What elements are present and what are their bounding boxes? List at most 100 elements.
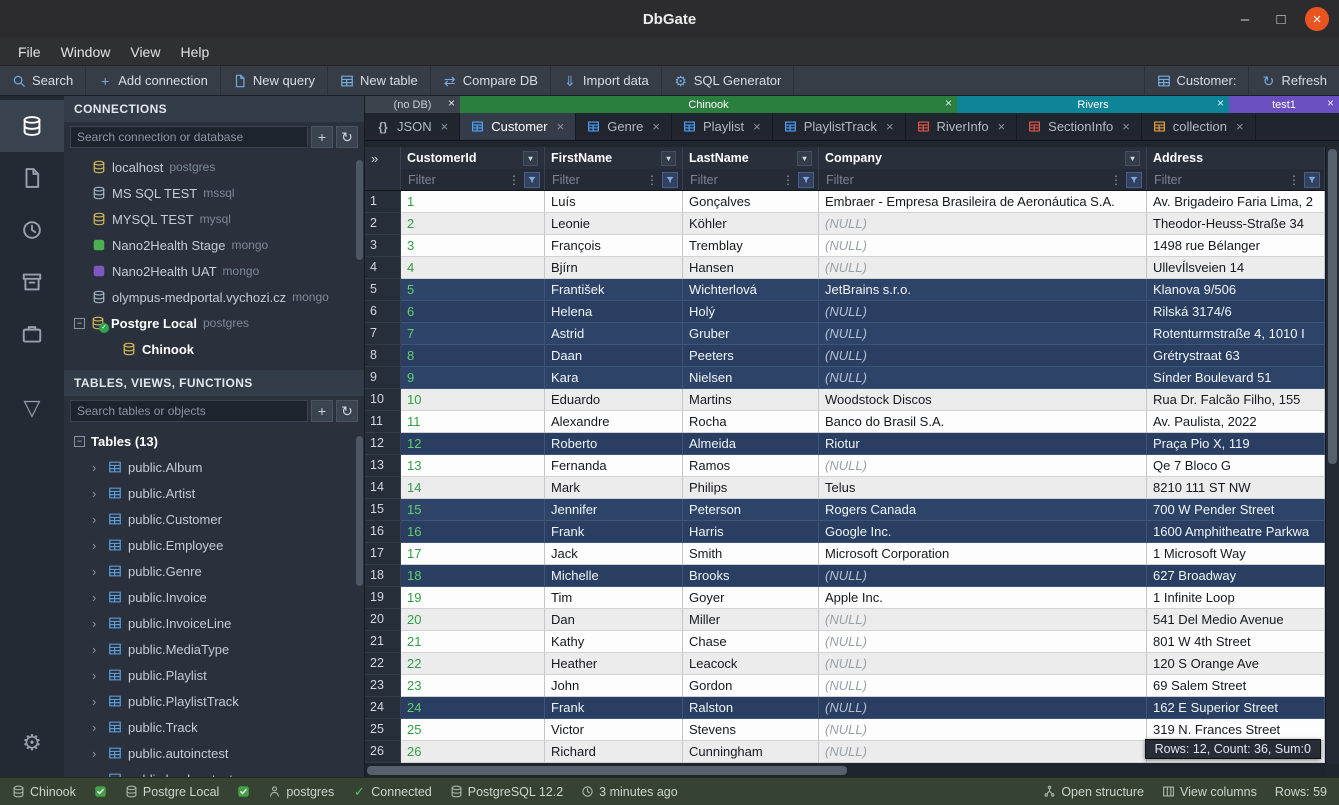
cell-customerid[interactable]: 21 — [401, 631, 545, 653]
cell-lastname[interactable]: Köhler — [683, 213, 819, 235]
table-item-public-customer[interactable]: ›public.Customer — [64, 506, 364, 532]
cell-firstname[interactable]: Astrid — [545, 323, 683, 345]
add-table-mini-button[interactable]: + — [311, 400, 333, 422]
close-icon[interactable]: × — [945, 96, 952, 110]
cell-company[interactable]: (NULL) — [819, 323, 1147, 345]
cell-company[interactable]: (NULL) — [819, 675, 1147, 697]
table-item-public-album[interactable]: ›public.Album — [64, 454, 364, 480]
minimize-button[interactable]: – — [1233, 7, 1257, 31]
connection-localhost[interactable]: localhostpostgres — [64, 154, 364, 180]
row-number[interactable]: 24 — [365, 697, 401, 719]
cell-lastname[interactable]: Ralston — [683, 697, 819, 719]
table-item-public-booleantest[interactable]: ›public.booleantest — [64, 766, 364, 777]
cell-firstname[interactable]: Frank — [545, 521, 683, 543]
grid-corner-expand[interactable]: » — [365, 147, 401, 169]
cell-customerid[interactable]: 13 — [401, 455, 545, 477]
close-icon[interactable]: × — [441, 119, 449, 134]
cell-lastname[interactable]: Rocha — [683, 411, 819, 433]
cell-address[interactable]: Theodor-Heuss-Straße 34 — [1147, 213, 1325, 235]
cell-company[interactable]: Telus — [819, 477, 1147, 499]
cell-customerid[interactable]: 16 — [401, 521, 545, 543]
cell-address[interactable]: 162 E Superior Street — [1147, 697, 1325, 719]
cell-lastname[interactable]: Gruber — [683, 323, 819, 345]
menu-item-view[interactable]: View — [120, 38, 170, 65]
row-number[interactable]: 16 — [365, 521, 401, 543]
column-menu-button[interactable]: ▾ — [523, 151, 538, 166]
toolbar-import-data[interactable]: ⇓Import data — [551, 66, 662, 95]
filter-company[interactable]: Filter⋮ — [819, 169, 1147, 190]
row-number[interactable]: 17 — [365, 543, 401, 565]
cell-company[interactable]: Microsoft Corporation — [819, 543, 1147, 565]
column-header-company[interactable]: Company▾ — [819, 147, 1147, 169]
cell-lastname[interactable]: Holý — [683, 301, 819, 323]
activity-plugins[interactable] — [0, 308, 64, 360]
cell-company[interactable]: Google Inc. — [819, 521, 1147, 543]
filter-address[interactable]: Filter⋮ — [1147, 169, 1325, 190]
cell-address[interactable]: 541 Del Medio Avenue — [1147, 609, 1325, 631]
close-icon[interactable]: × — [448, 96, 455, 110]
column-header-firstname[interactable]: FirstName▾ — [545, 147, 683, 169]
cell-customerid[interactable]: 23 — [401, 675, 545, 697]
row-number[interactable]: 8 — [365, 345, 401, 367]
table-item-public-artist[interactable]: ›public.Artist — [64, 480, 364, 506]
row-number[interactable]: 5 — [365, 279, 401, 301]
cell-address[interactable]: 1 Microsoft Way — [1147, 543, 1325, 565]
cell-company[interactable]: (NULL) — [819, 257, 1147, 279]
cell-firstname[interactable]: Helena — [545, 301, 683, 323]
vertical-scrollbar[interactable] — [1325, 147, 1339, 764]
table-item-public-invoice[interactable]: ›public.Invoice — [64, 584, 364, 610]
connections-scrollbar[interactable] — [356, 160, 363, 260]
menu-item-help[interactable]: Help — [170, 38, 219, 65]
connection-nano2health-stage[interactable]: Nano2Health Stagemongo — [64, 232, 364, 258]
cell-lastname[interactable]: Stevens — [683, 719, 819, 741]
cell-company[interactable]: Rogers Canada — [819, 499, 1147, 521]
cell-customerid[interactable]: 22 — [401, 653, 545, 675]
status-view-columns[interactable]: View columns — [1162, 785, 1257, 799]
table-item-public-playlisttrack[interactable]: ›public.PlaylistTrack — [64, 688, 364, 714]
connection-postgre-local[interactable]: −✓Postgre Localpostgres — [64, 310, 364, 336]
cell-customerid[interactable]: 9 — [401, 367, 545, 389]
status-rows-59[interactable]: Rows: 59 — [1275, 785, 1327, 799]
tab-sectioninfo[interactable]: SectionInfo× — [1017, 113, 1142, 140]
status-open-structure[interactable]: Open structure — [1043, 785, 1144, 799]
cell-firstname[interactable]: Kathy — [545, 631, 683, 653]
cell-customerid[interactable]: 5 — [401, 279, 545, 301]
filter-lastname[interactable]: Filter⋮ — [683, 169, 819, 190]
hscroll-thumb[interactable] — [367, 766, 847, 775]
row-number[interactable]: 7 — [365, 323, 401, 345]
cell-company[interactable]: (NULL) — [819, 565, 1147, 587]
kebab-menu-icon[interactable]: ⋮ — [1110, 173, 1122, 187]
column-header-customerid[interactable]: CustomerId▾ — [401, 147, 545, 169]
tables-search-input[interactable] — [70, 400, 308, 422]
filter-funnel-button[interactable] — [524, 172, 540, 188]
cell-firstname[interactable]: Bjírn — [545, 257, 683, 279]
cell-address[interactable]: Klanova 9/506 — [1147, 279, 1325, 301]
table-item-public-employee[interactable]: ›public.Employee — [64, 532, 364, 558]
table-item-public-autoinctest[interactable]: ›public.autoinctest — [64, 740, 364, 766]
cell-customerid[interactable]: 17 — [401, 543, 545, 565]
cell-firstname[interactable]: Heather — [545, 653, 683, 675]
cell-customerid[interactable]: 3 — [401, 235, 545, 257]
db-group-rivers[interactable]: Rivers× — [957, 96, 1229, 113]
row-number[interactable]: 12 — [365, 433, 401, 455]
cell-company[interactable]: Embraer - Empresa Brasileira de Aeronáut… — [819, 191, 1147, 213]
close-icon[interactable]: × — [1122, 119, 1130, 134]
filter-firstname[interactable]: Filter⋮ — [545, 169, 683, 190]
cell-firstname[interactable]: Leonie — [545, 213, 683, 235]
connection-ms-sql-test[interactable]: MS SQL TESTmssql — [64, 180, 364, 206]
close-icon[interactable]: × — [753, 119, 761, 134]
refresh-tables-button[interactable]: ↻ — [336, 400, 358, 422]
cell-firstname[interactable]: Jack — [545, 543, 683, 565]
cell-firstname[interactable]: Victor — [545, 719, 683, 741]
close-icon[interactable]: × — [652, 119, 660, 134]
row-number[interactable]: 26 — [365, 741, 401, 763]
toolbar-compare-db[interactable]: ⇄Compare DB — [431, 66, 551, 95]
tab-genre[interactable]: Genre× — [576, 113, 672, 140]
row-number[interactable]: 9 — [365, 367, 401, 389]
add-connection-mini-button[interactable]: + — [311, 126, 333, 148]
filter-funnel-button[interactable] — [798, 172, 814, 188]
cell-customerid[interactable]: 25 — [401, 719, 545, 741]
filter-funnel-button[interactable] — [662, 172, 678, 188]
cell-address[interactable]: Av. Brigadeiro Faria Lima, 2 — [1147, 191, 1325, 213]
cell-firstname[interactable]: Mark — [545, 477, 683, 499]
